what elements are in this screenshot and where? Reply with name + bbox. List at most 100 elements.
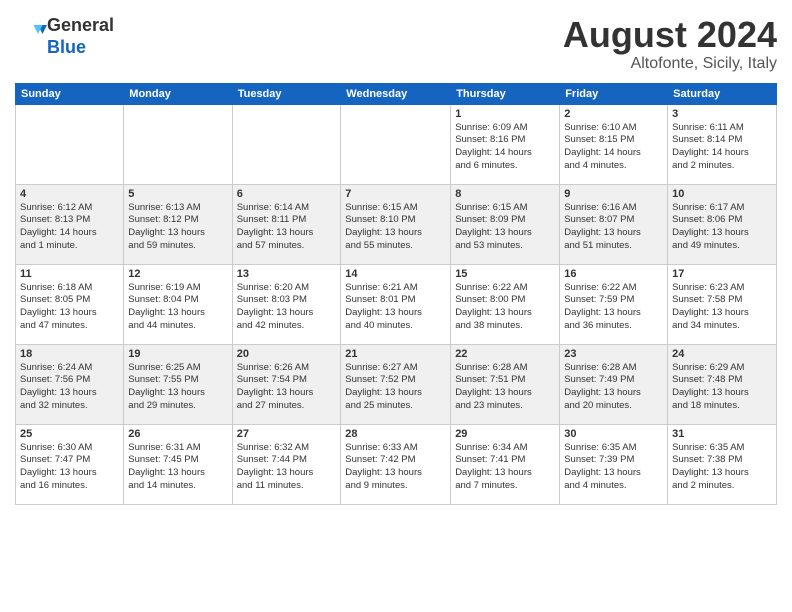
calendar-cell: 19 Sunrise: 6:25 AM Sunset: 7:55 PM Dayli… [124,344,232,424]
day-info: Sunrise: 6:18 AM Sunset: 8:05 PM Dayligh… [20,282,119,333]
day-info: Sunrise: 6:30 AM Sunset: 7:47 PM Dayligh… [20,442,119,493]
calendar-cell [16,104,124,184]
day-info: Sunrise: 6:33 AM Sunset: 7:42 PM Dayligh… [345,442,446,493]
day-info: Sunrise: 6:17 AM Sunset: 8:06 PM Dayligh… [672,202,772,253]
day-number: 31 [672,428,772,440]
day-number: 24 [672,348,772,360]
calendar-cell: 5Sunrise: 6:13 AM Sunset: 8:12 PM Daylig… [124,184,232,264]
calendar-cell [124,104,232,184]
calendar-cell: 6Sunrise: 6:14 AM Sunset: 8:11 PM Daylig… [232,184,341,264]
calendar-cell: 8 Sunrise: 6:15 AM Sunset: 8:09 PM Daylig… [451,184,560,264]
calendar-cell: 20 Sunrise: 6:26 AM Sunset: 7:54 PM Dayli… [232,344,341,424]
calendar-cell: 1 Sunrise: 6:09 AM Sunset: 8:16 PM Daylig… [451,104,560,184]
day-number: 21 [345,348,446,360]
day-info: Sunrise: 6:11 AM Sunset: 8:14 PM Dayligh… [672,122,772,173]
day-info: Sunrise: 6:19 AM Sunset: 8:04 PM Dayligh… [128,282,227,333]
day-number: 5 [128,188,227,200]
calendar-cell: 25 Sunrise: 6:30 AM Sunset: 7:47 PM Dayli… [16,424,124,504]
day-info: Sunrise: 6:28 AM Sunset: 7:49 PM Dayligh… [564,362,663,413]
day-info: Sunrise: 6:29 AM Sunset: 7:48 PM Dayligh… [672,362,772,413]
day-number: 8 [455,188,555,200]
day-info: Sunrise: 6:31 AM Sunset: 7:45 PM Dayligh… [128,442,227,493]
calendar-table: Sunday Monday Tuesday Wednesday Thursday… [15,83,777,505]
calendar-cell: 26 Sunrise: 6:31 AM Sunset: 7:45 PM Dayli… [124,424,232,504]
day-number: 25 [20,428,119,440]
day-number: 27 [237,428,337,440]
logo-text: General Blue [47,15,114,58]
day-info: Sunrise: 6:25 AM Sunset: 7:55 PM Dayligh… [128,362,227,413]
day-number: 26 [128,428,227,440]
calendar-week-1: 1 Sunrise: 6:09 AM Sunset: 8:16 PM Daylig… [16,104,777,184]
day-number: 30 [564,428,663,440]
day-info: Sunrise: 6:35 AM Sunset: 7:38 PM Dayligh… [672,442,772,493]
day-number: 6 [237,188,337,200]
day-number: 28 [345,428,446,440]
col-wednesday: Wednesday [341,83,451,104]
col-monday: Monday [124,83,232,104]
calendar-cell [341,104,451,184]
calendar-cell: 4Sunrise: 6:12 AM Sunset: 8:13 PM Daylig… [16,184,124,264]
col-saturday: Saturday [668,83,777,104]
calendar-cell: 16 Sunrise: 6:22 AM Sunset: 7:59 PM Dayli… [560,264,668,344]
calendar-cell: 23 Sunrise: 6:28 AM Sunset: 7:49 PM Dayli… [560,344,668,424]
col-thursday: Thursday [451,83,560,104]
month-year: August 2024 [563,15,777,55]
header: General Blue August 2024 Altofonte, Sici… [15,15,777,73]
day-info: Sunrise: 6:15 AM Sunset: 8:09 PM Dayligh… [455,202,555,253]
calendar-cell: 27 Sunrise: 6:32 AM Sunset: 7:44 PM Dayli… [232,424,341,504]
calendar-cell: 12Sunrise: 6:19 AM Sunset: 8:04 PM Dayli… [124,264,232,344]
day-info: Sunrise: 6:21 AM Sunset: 8:01 PM Dayligh… [345,282,446,333]
day-number: 16 [564,268,663,280]
day-number: 23 [564,348,663,360]
day-number: 11 [20,268,119,280]
calendar-cell [232,104,341,184]
day-number: 9 [564,188,663,200]
day-info: Sunrise: 6:16 AM Sunset: 8:07 PM Dayligh… [564,202,663,253]
day-info: Sunrise: 6:09 AM Sunset: 8:16 PM Dayligh… [455,122,555,173]
day-number: 29 [455,428,555,440]
calendar-cell: 29Sunrise: 6:34 AM Sunset: 7:41 PM Dayli… [451,424,560,504]
calendar-week-2: 4Sunrise: 6:12 AM Sunset: 8:13 PM Daylig… [16,184,777,264]
day-info: Sunrise: 6:24 AM Sunset: 7:56 PM Dayligh… [20,362,119,413]
day-info: Sunrise: 6:32 AM Sunset: 7:44 PM Dayligh… [237,442,337,493]
calendar-cell: 7Sunrise: 6:15 AM Sunset: 8:10 PM Daylig… [341,184,451,264]
calendar-cell: 17Sunrise: 6:23 AM Sunset: 7:58 PM Dayli… [668,264,777,344]
day-number: 13 [237,268,337,280]
logo-blue: Blue [47,37,114,59]
calendar-body: 1 Sunrise: 6:09 AM Sunset: 8:16 PM Daylig… [16,104,777,504]
calendar-week-3: 11 Sunrise: 6:18 AM Sunset: 8:05 PM Dayli… [16,264,777,344]
calendar-cell: 24 Sunrise: 6:29 AM Sunset: 7:48 PM Dayli… [668,344,777,424]
day-number: 17 [672,268,772,280]
calendar-cell: 2 Sunrise: 6:10 AM Sunset: 8:15 PM Daylig… [560,104,668,184]
calendar-cell: 13 Sunrise: 6:20 AM Sunset: 8:03 PM Dayli… [232,264,341,344]
calendar-cell: 15 Sunrise: 6:22 AM Sunset: 8:00 PM Dayli… [451,264,560,344]
day-info: Sunrise: 6:12 AM Sunset: 8:13 PM Dayligh… [20,202,119,253]
logo: General Blue [15,15,114,58]
day-number: 15 [455,268,555,280]
day-info: Sunrise: 6:27 AM Sunset: 7:52 PM Dayligh… [345,362,446,413]
day-info: Sunrise: 6:10 AM Sunset: 8:15 PM Dayligh… [564,122,663,173]
day-info: Sunrise: 6:26 AM Sunset: 7:54 PM Dayligh… [237,362,337,413]
day-number: 7 [345,188,446,200]
calendar-week-5: 25 Sunrise: 6:30 AM Sunset: 7:47 PM Dayli… [16,424,777,504]
day-number: 14 [345,268,446,280]
header-row: Sunday Monday Tuesday Wednesday Thursday… [16,83,777,104]
logo-general: General [47,15,114,37]
day-number: 1 [455,108,555,120]
day-number: 20 [237,348,337,360]
calendar-cell: 30Sunrise: 6:35 AM Sunset: 7:39 PM Dayli… [560,424,668,504]
calendar-cell: 21 Sunrise: 6:27 AM Sunset: 7:52 PM Dayli… [341,344,451,424]
day-number: 10 [672,188,772,200]
day-number: 18 [20,348,119,360]
calendar-cell: 28 Sunrise: 6:33 AM Sunset: 7:42 PM Dayli… [341,424,451,504]
day-info: Sunrise: 6:28 AM Sunset: 7:51 PM Dayligh… [455,362,555,413]
calendar-cell: 18 Sunrise: 6:24 AM Sunset: 7:56 PM Dayli… [16,344,124,424]
day-info: Sunrise: 6:22 AM Sunset: 7:59 PM Dayligh… [564,282,663,333]
day-number: 19 [128,348,227,360]
calendar-cell: 3Sunrise: 6:11 AM Sunset: 8:14 PM Daylig… [668,104,777,184]
day-info: Sunrise: 6:22 AM Sunset: 8:00 PM Dayligh… [455,282,555,333]
day-number: 2 [564,108,663,120]
location: Altofonte, Sicily, Italy [563,55,777,73]
day-number: 22 [455,348,555,360]
day-info: Sunrise: 6:20 AM Sunset: 8:03 PM Dayligh… [237,282,337,333]
